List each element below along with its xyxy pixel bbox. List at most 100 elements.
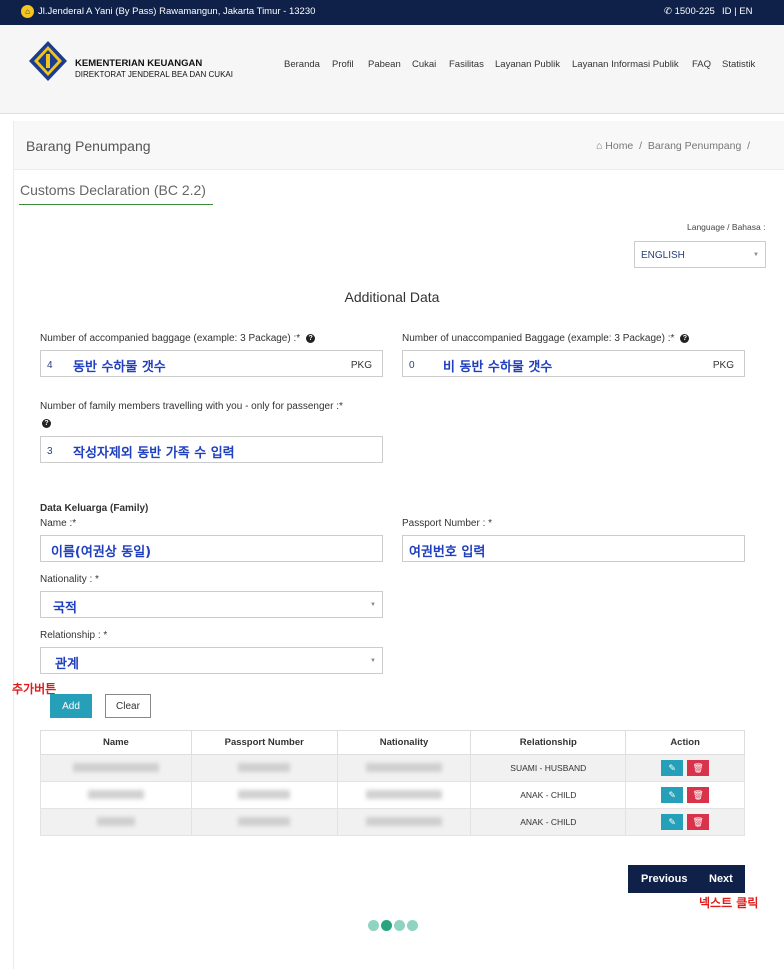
redacted-passport <box>190 808 338 836</box>
help-icon[interactable]: ? <box>42 419 51 428</box>
edit-icon[interactable]: ✎ <box>661 760 684 776</box>
family-heading: Data Keluarga (Family) <box>40 503 149 514</box>
unit-label: PKG <box>712 360 734 371</box>
relationship-cell: ANAK - CHILD <box>470 781 627 809</box>
annotation-next: 넥스트 클릭 <box>699 896 759 910</box>
brand-title: KEMENTERIAN KEUANGAN <box>75 58 203 69</box>
family-table: Name Passport Number Nationality Relatio… <box>40 730 745 836</box>
name-input[interactable]: 이름(여권상 동일) <box>40 535 383 562</box>
ministry-logo[interactable] <box>27 40 69 82</box>
phone-number: ✆ 1500-225 <box>664 6 715 17</box>
redacted-name <box>40 754 192 782</box>
column-header-passport: Passport Number <box>190 730 338 755</box>
accompanied-baggage-value: 4 <box>47 360 53 371</box>
breadcrumb-separator: / <box>744 140 751 152</box>
annotation-name: 이름(여권상 동일) <box>51 545 152 560</box>
annotation-unaccompanied: 비 동반 수하물 갯수 <box>443 360 553 375</box>
nav-faq[interactable]: FAQ <box>692 59 711 70</box>
caret-down-icon: ▼ <box>370 658 376 664</box>
family-count-field[interactable]: 3 작성자제외 동반 가족 수 입력 <box>40 436 383 463</box>
unit-label: PKG <box>350 360 372 371</box>
nav-pabean[interactable]: Pabean <box>368 59 401 70</box>
accompanied-baggage-field[interactable]: 4 동반 수하물 갯수 PKG <box>40 350 383 377</box>
step-indicator <box>368 920 420 934</box>
relationship-cell: ANAK - CHILD <box>470 808 627 836</box>
step-dot <box>407 920 418 931</box>
table-header-row: Name Passport Number Nationality Relatio… <box>40 730 745 755</box>
annotation-accompanied: 동반 수하물 갯수 <box>73 360 166 375</box>
help-icon[interactable]: ? <box>680 333 690 343</box>
relationship-select[interactable]: 관계 ▼ <box>40 647 383 674</box>
column-header-name: Name <box>40 730 192 755</box>
caret-down-icon: ▼ <box>753 252 759 258</box>
breadcrumb-home[interactable]: Home <box>605 140 633 152</box>
relationship-cell: SUAMI - HUSBAND <box>470 754 627 782</box>
redacted-name <box>40 808 192 836</box>
step-dot-active <box>381 920 392 931</box>
home-icon: ⌂ <box>596 140 603 152</box>
table-row: ANAK - CHILD ✎ 🗑 <box>40 781 745 809</box>
page-title: Barang Penumpang <box>26 138 151 154</box>
action-cell: ✎ 🗑 <box>625 754 745 782</box>
breadcrumb-current: Barang Penumpang <box>647 140 742 152</box>
office-address: Jl.Jenderal A Yani (By Pass) Rawamangun,… <box>38 6 316 17</box>
nav-layanan-publik[interactable]: Layanan Publik <box>495 59 560 70</box>
table-row: SUAMI - HUSBAND ✎ 🗑 <box>40 754 745 782</box>
pager: Previous Next <box>628 865 745 893</box>
nav-beranda[interactable]: Beranda <box>284 59 320 70</box>
family-count-label: Number of family members travelling with… <box>40 401 343 412</box>
delete-icon[interactable]: 🗑 <box>687 814 710 830</box>
help-icon[interactable]: ? <box>306 333 316 343</box>
delete-icon[interactable]: 🗑 <box>687 787 710 803</box>
brand-subtitle: DIREKTORAT JENDERAL BEA DAN CUKAI <box>75 70 233 79</box>
table-row: ANAK - CHILD ✎ 🗑 <box>40 808 745 836</box>
nav-statistik[interactable]: Statistik <box>722 59 755 70</box>
edit-icon[interactable]: ✎ <box>661 787 684 803</box>
add-button[interactable]: Add <box>50 694 92 718</box>
annotation-family-count: 작성자제외 동반 가족 수 입력 <box>73 446 235 461</box>
additional-data-heading: Additional Data <box>344 289 440 305</box>
language-switch[interactable]: ID | EN <box>722 6 752 17</box>
language-select[interactable]: ENGLISH ▼ <box>634 241 766 268</box>
column-header-action: Action <box>625 730 745 755</box>
section-title: Customs Declaration (BC 2.2) <box>20 182 206 198</box>
family-count-value: 3 <box>47 446 53 457</box>
unaccompanied-baggage-value: 0 <box>409 360 415 371</box>
unaccompanied-baggage-field[interactable]: 0 비 동반 수하물 갯수 PKG <box>402 350 745 377</box>
section-underline <box>19 204 213 205</box>
name-label: Name :* <box>40 518 77 529</box>
nav-cukai[interactable]: Cukai <box>412 59 436 70</box>
redacted-nationality <box>336 808 472 836</box>
accompanied-baggage-label: Number of accompanied baggage (example: … <box>40 333 316 344</box>
annotation-nationality: 국적 <box>53 601 77 616</box>
nav-layanan-informasi-publik[interactable]: Layanan Informasi Publik <box>572 59 679 70</box>
breadcrumb-separator: / <box>636 140 645 152</box>
clear-button[interactable]: Clear <box>105 694 151 718</box>
site-header: KEMENTERIAN KEUANGAN DIREKTORAT JENDERAL… <box>0 25 784 114</box>
annotation-relationship: 관계 <box>55 657 79 672</box>
action-cell: ✎ 🗑 <box>625 781 745 809</box>
edit-icon[interactable]: ✎ <box>661 814 684 830</box>
step-dot <box>394 920 405 931</box>
column-header-relationship: Relationship <box>470 730 627 755</box>
home-icon: ⌂ <box>21 5 34 18</box>
redacted-nationality <box>336 754 472 782</box>
language-label: Language / Bahasa : <box>687 222 766 232</box>
nationality-label: Nationality : * <box>40 574 99 585</box>
language-selected: ENGLISH <box>641 250 685 261</box>
nav-fasilitas[interactable]: Fasilitas <box>449 59 484 70</box>
redacted-name <box>40 781 192 809</box>
annotation-passport: 여권번호 입력 <box>409 545 486 560</box>
step-dot <box>368 920 379 931</box>
nav-profil[interactable]: Profil <box>332 59 354 70</box>
action-cell: ✎ 🗑 <box>625 808 745 836</box>
column-header-nationality: Nationality <box>336 730 472 755</box>
nationality-select[interactable]: 국적 ▼ <box>40 591 383 618</box>
delete-icon[interactable]: 🗑 <box>687 760 710 776</box>
top-info-bar: ⌂ Jl.Jenderal A Yani (By Pass) Rawamangu… <box>0 0 784 25</box>
caret-down-icon: ▼ <box>370 602 376 608</box>
relationship-label: Relationship : * <box>40 630 108 641</box>
previous-button[interactable]: Previous <box>641 873 687 885</box>
next-button[interactable]: Next <box>709 873 733 885</box>
passport-input[interactable]: 여권번호 입력 <box>402 535 745 562</box>
